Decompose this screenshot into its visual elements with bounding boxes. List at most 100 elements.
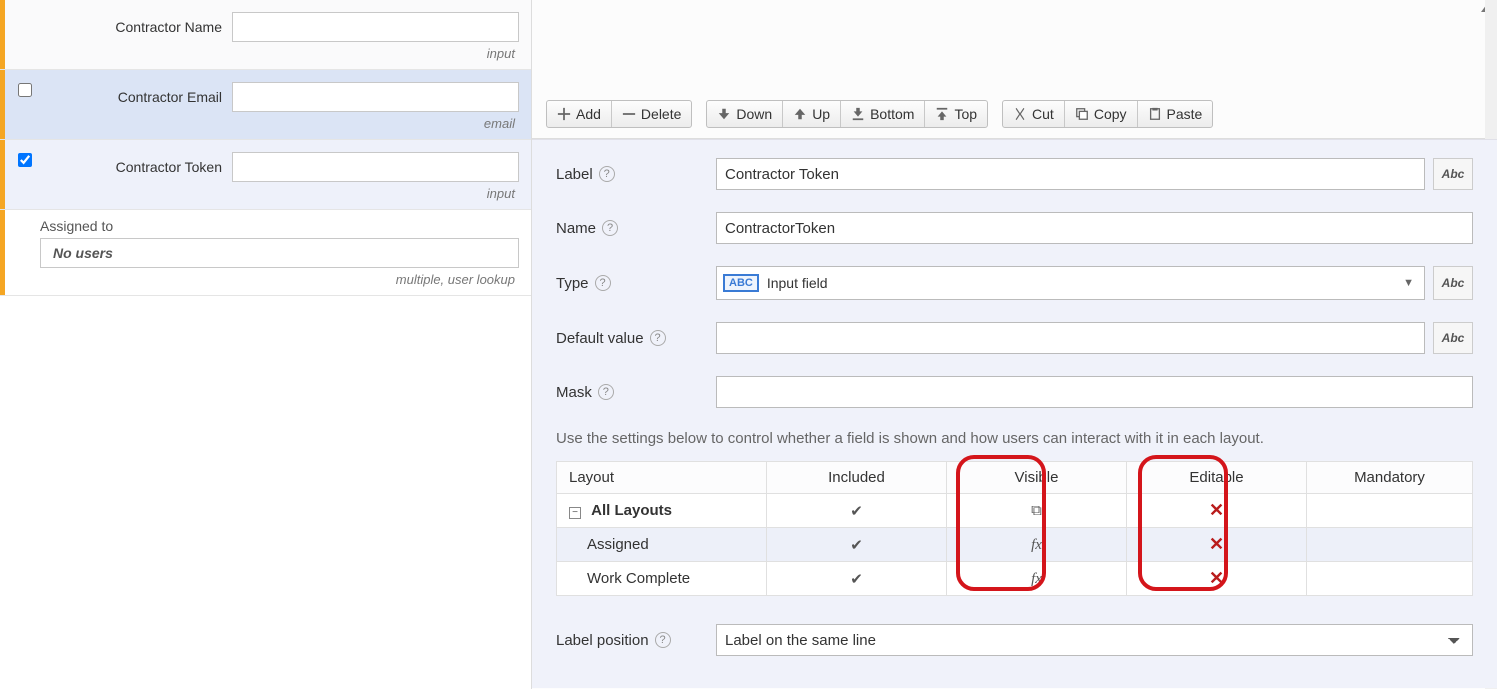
arrow-up-icon	[793, 107, 807, 121]
button-label: Paste	[1167, 106, 1203, 122]
mask-input[interactable]	[716, 376, 1473, 408]
field-label: Contractor Email	[12, 89, 222, 105]
abc-type-button[interactable]: Abc	[1433, 266, 1473, 300]
type-dropdown[interactable]: ABC Input field ▼	[716, 266, 1425, 300]
mandatory-cell[interactable]	[1307, 494, 1473, 528]
type-value: Input field	[767, 275, 828, 291]
table-row[interactable]: − All Layouts ✔ ⧉ ✕	[557, 494, 1473, 528]
row-checkbox[interactable]	[18, 153, 32, 167]
toolbar: Add Delete Down Up Bottom	[532, 0, 1497, 139]
help-icon[interactable]: ?	[598, 384, 614, 400]
row-checkbox[interactable]	[18, 83, 32, 97]
arrow-down-icon	[717, 107, 731, 121]
row-name: Work Complete	[587, 570, 690, 587]
chevron-down-icon: ▼	[1403, 277, 1418, 289]
prop-label-type: Type ?	[556, 275, 716, 292]
abc-type-button[interactable]: Abc	[1433, 158, 1473, 190]
check-icon[interactable]: ✔	[850, 537, 863, 554]
assigned-type-tag: multiple, user lookup	[30, 268, 519, 293]
col-header-layout: Layout	[557, 462, 767, 494]
default-value-input[interactable]	[716, 322, 1425, 354]
help-icon[interactable]: ?	[599, 166, 615, 182]
field-type-tag: input	[12, 42, 519, 67]
mandatory-cell[interactable]	[1307, 528, 1473, 562]
prop-label-label: Label ?	[556, 166, 716, 183]
col-header-included: Included	[767, 462, 947, 494]
help-icon[interactable]: ?	[602, 220, 618, 236]
field-row-contractor-email[interactable]: Contractor Email email	[0, 70, 531, 140]
abc-chip-icon: ABC	[723, 274, 759, 292]
properties-form: Label ? Abc Name ? Type	[532, 139, 1497, 688]
delete-button[interactable]: Delete	[611, 101, 691, 127]
prop-label-mask: Mask ?	[556, 384, 716, 401]
name-input[interactable]	[716, 212, 1473, 244]
copy-icon	[1075, 107, 1089, 121]
clipboard-icon	[1148, 107, 1162, 121]
col-header-editable: Editable	[1127, 462, 1307, 494]
button-label: Up	[812, 106, 830, 122]
help-icon[interactable]: ?	[595, 275, 611, 291]
abc-type-button[interactable]: Abc	[1433, 322, 1473, 354]
form-fields-panel: Contractor Name input Contractor Email e…	[0, 0, 532, 689]
paste-button[interactable]: Paste	[1137, 101, 1213, 127]
selection-indicator	[0, 0, 5, 69]
x-icon[interactable]: ✕	[1209, 534, 1224, 554]
prop-label-name: Name ?	[556, 220, 716, 237]
button-label: Top	[954, 106, 977, 122]
contractor-name-input[interactable]	[232, 12, 519, 42]
field-type-tag: email	[12, 112, 519, 137]
prop-label-labelposition: Label position ?	[556, 632, 716, 649]
field-type-tag: input	[12, 182, 519, 207]
check-icon[interactable]: ✔	[850, 503, 863, 520]
button-label: Bottom	[870, 106, 914, 122]
down-button[interactable]: Down	[707, 101, 782, 127]
layout-table: Layout Included Visible Editable Mandato…	[556, 461, 1473, 596]
col-header-visible: Visible	[947, 462, 1127, 494]
plus-icon	[557, 107, 571, 121]
x-icon[interactable]: ✕	[1209, 568, 1224, 588]
label-position-select[interactable]: Label on the same line	[716, 624, 1473, 656]
arrow-bottom-icon	[851, 107, 865, 121]
selection-indicator	[0, 70, 5, 139]
assigned-to-block: Assigned to No users multiple, user look…	[0, 210, 531, 296]
help-icon[interactable]: ?	[650, 330, 666, 346]
label-input[interactable]	[716, 158, 1425, 190]
check-icon[interactable]: ✔	[850, 571, 863, 588]
row-name: Assigned	[587, 536, 649, 553]
copy-stack-icon[interactable]: ⧉	[1031, 502, 1042, 519]
field-label: Contractor Name	[12, 19, 222, 35]
collapse-icon[interactable]: −	[569, 507, 581, 519]
arrow-top-icon	[935, 107, 949, 121]
table-row[interactable]: Work Complete ✔ fx ✕	[557, 562, 1473, 596]
row-name: All Layouts	[591, 502, 672, 519]
copy-button[interactable]: Copy	[1064, 101, 1137, 127]
fx-icon[interactable]: fx	[1031, 537, 1042, 553]
layout-table-wrap: Layout Included Visible Editable Mandato…	[556, 461, 1473, 596]
assigned-users-field[interactable]: No users	[40, 238, 519, 268]
field-row-contractor-token[interactable]: Contractor Token input	[0, 140, 531, 210]
button-label: Cut	[1032, 106, 1054, 122]
table-row[interactable]: Assigned ✔ fx ✕	[557, 528, 1473, 562]
bottom-button[interactable]: Bottom	[840, 101, 924, 127]
selection-indicator	[0, 210, 5, 295]
contractor-token-input[interactable]	[232, 152, 519, 182]
selection-indicator	[0, 140, 5, 209]
minus-icon	[622, 107, 636, 121]
add-button[interactable]: Add	[547, 101, 611, 127]
field-properties-panel: Add Delete Down Up Bottom	[532, 0, 1497, 689]
mandatory-cell[interactable]	[1307, 562, 1473, 596]
cut-button[interactable]: Cut	[1003, 101, 1064, 127]
assigned-title: Assigned to	[30, 218, 519, 234]
layout-instruction-text: Use the settings below to control whethe…	[556, 430, 1473, 447]
top-button[interactable]: Top	[924, 101, 987, 127]
help-icon[interactable]: ?	[655, 632, 671, 648]
button-label: Add	[576, 106, 601, 122]
scissors-icon	[1013, 107, 1027, 121]
contractor-email-input[interactable]	[232, 82, 519, 112]
x-icon[interactable]: ✕	[1209, 500, 1224, 520]
field-row-contractor-name[interactable]: Contractor Name input	[0, 0, 531, 70]
field-label: Contractor Token	[12, 159, 222, 175]
up-button[interactable]: Up	[782, 101, 840, 127]
button-label: Delete	[641, 106, 681, 122]
fx-icon[interactable]: fx	[1031, 571, 1042, 587]
